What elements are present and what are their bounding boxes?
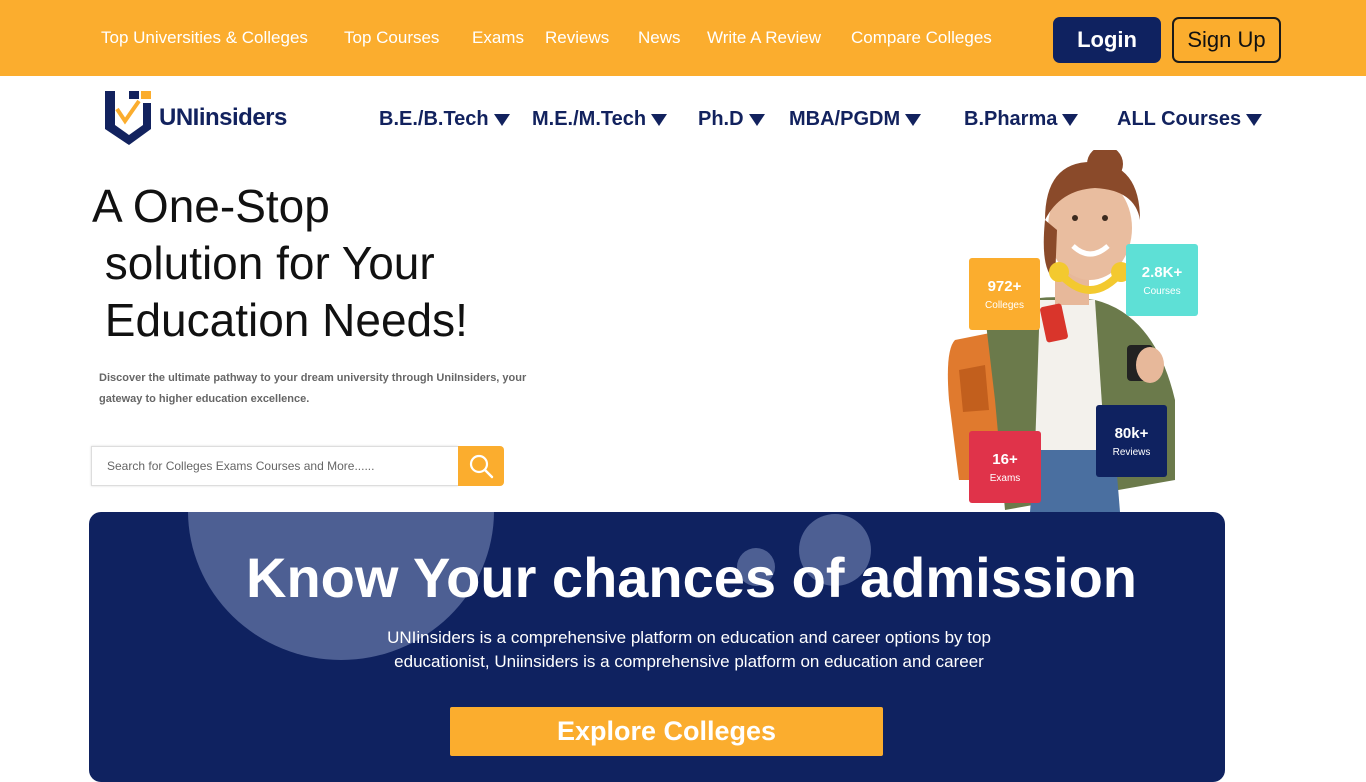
stat-courses: 2.8K+ Courses [1126, 244, 1198, 316]
banner-description: UNIinsiders is a comprehensive platform … [387, 628, 991, 671]
caret-down-icon [493, 113, 510, 126]
site-logo[interactable]: UNIinsiders [103, 89, 287, 147]
stat-exams: 16+ Exams [969, 431, 1041, 503]
admission-banner: Know Your chances of admission UNIinside… [89, 512, 1225, 782]
uni-logo-icon [105, 91, 151, 145]
course-nav-bpharma[interactable]: B.Pharma [964, 108, 1079, 131]
hero-title: A One-Stop solution for Your Education N… [92, 180, 468, 346]
banner-title: Know Your chances of admission [246, 546, 1137, 609]
signup-button[interactable]: Sign Up [1172, 17, 1281, 63]
stat-colleges: 972+ Colleges [969, 258, 1040, 330]
hero-subtitle: Discover the ultimate pathway to your dr… [99, 372, 527, 405]
login-button[interactable]: Login [1053, 17, 1161, 63]
topnav-link-compare[interactable]: Compare Colleges [851, 28, 992, 48]
stat-exams-value: 16+ [992, 450, 1018, 468]
search-icon [469, 454, 494, 479]
explore-colleges-button[interactable]: Explore Colleges [450, 707, 883, 756]
logo-text: UNIinsiders [159, 104, 287, 131]
course-nav-mtech[interactable]: M.E./M.Tech [532, 108, 668, 131]
topnav-link-write-review[interactable]: Write A Review [707, 28, 821, 48]
stat-exams-label: Exams [989, 472, 1021, 484]
caret-down-icon [748, 113, 765, 126]
caret-down-icon [905, 113, 922, 126]
topnav-link-courses[interactable]: Top Courses [344, 28, 439, 48]
stat-courses-value: 2.8K+ [1141, 263, 1183, 281]
stat-reviews-value: 80k+ [1114, 424, 1149, 442]
topnav-link-news[interactable]: News [638, 28, 681, 48]
course-nav-phd[interactable]: Ph.D [698, 108, 765, 131]
caret-down-icon [1062, 113, 1079, 126]
course-nav-all[interactable]: ALL Courses [1117, 108, 1263, 131]
topnav-link-reviews[interactable]: Reviews [545, 28, 609, 48]
search-bar [91, 446, 504, 486]
course-nav-mba[interactable]: MBA/PGDM [789, 108, 922, 131]
caret-down-icon [1246, 113, 1263, 126]
search-input[interactable] [91, 446, 458, 486]
stat-reviews: 80k+ Reviews [1096, 405, 1167, 477]
top-header-bar: Top Universities & Colleges Top Courses … [0, 0, 1366, 76]
topnav-link-universities[interactable]: Top Universities & Colleges [101, 28, 308, 48]
course-nav-btech[interactable]: B.E./B.Tech [379, 108, 510, 131]
search-button[interactable] [458, 446, 504, 486]
stat-colleges-label: Colleges [985, 299, 1024, 311]
stat-colleges-value: 972+ [987, 277, 1022, 295]
caret-down-icon [651, 113, 668, 126]
stat-courses-label: Courses [1143, 285, 1181, 297]
topnav-link-exams[interactable]: Exams [472, 28, 524, 48]
stat-reviews-label: Reviews [1112, 446, 1151, 458]
